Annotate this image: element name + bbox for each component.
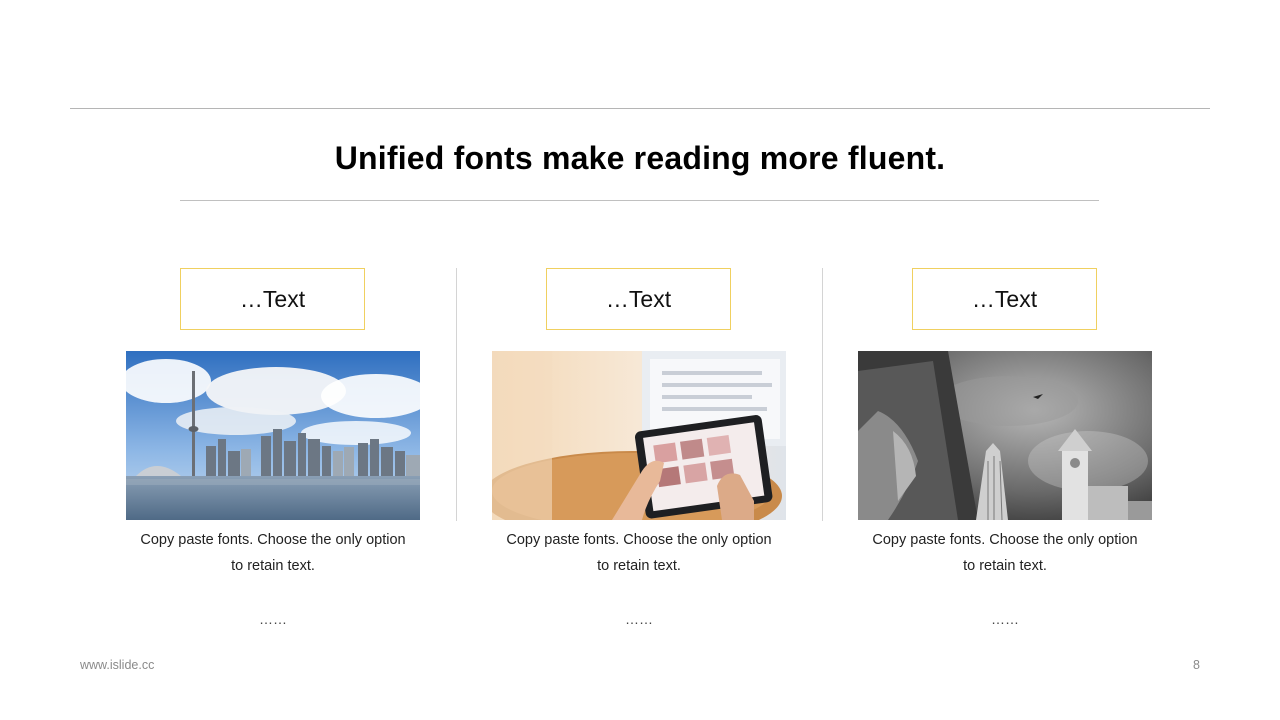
footer-url[interactable]: www.islide.cc [80,658,154,672]
column-label-box: …Text [546,268,731,330]
column-divider [456,268,457,521]
column-caption: Copy paste fonts. Choose the only option… [482,527,796,579]
caption-line: Copy paste fonts. Choose the only option [872,532,1138,548]
more-ellipsis: …… [259,611,287,627]
column-label: …Text [239,285,306,312]
content-column-3: …Text Copy paste fonts. Choose the only … [858,268,1152,638]
caption-line: to retain text. [231,558,315,574]
content-column-2: …Text Copy paste fonts. Choose the only … [492,268,786,638]
column-label: …Text [971,285,1038,312]
caption-line: to retain text. [963,558,1047,574]
caption-line: Copy paste fonts. Choose the only option [140,532,406,548]
more-ellipsis: …… [991,611,1019,627]
caption-line: to retain text. [597,558,681,574]
city-skyline-photo [126,351,420,520]
content-column-1: …Text Copy paste fonts. Choose the only … [126,268,420,638]
slide-title: Unified fonts make reading more fluent. [334,140,946,176]
caption-line: Copy paste fonts. Choose the only option [506,532,772,548]
column-label-box: …Text [180,268,365,330]
column-caption: Copy paste fonts. Choose the only option… [848,527,1162,579]
bw-buildings-photo [858,351,1152,520]
column-caption: Copy paste fonts. Choose the only option… [116,527,430,579]
column-divider [822,268,823,521]
top-rule [70,108,1210,109]
more-ellipsis: …… [625,611,653,627]
title-underline [180,200,1099,201]
page-number: 8 [1193,658,1200,672]
column-label-box: …Text [912,268,1097,330]
tablet-hands-photo [492,351,786,520]
column-label: …Text [605,285,672,312]
